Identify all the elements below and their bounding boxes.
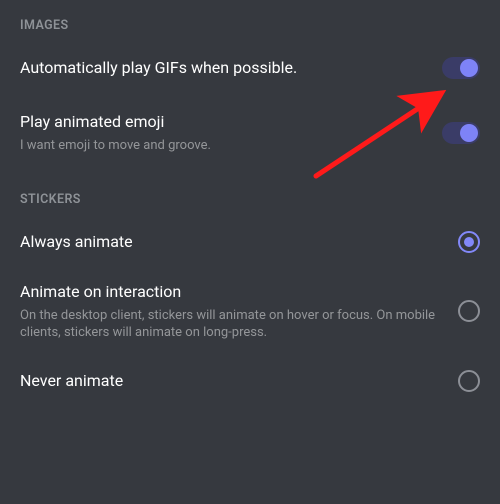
setting-row-autoplay-gifs[interactable]: Automatically play GIFs when possible.: [0, 43, 500, 93]
setting-subtitle: I want emoji to move and groove.: [20, 137, 426, 155]
toggle-knob: [460, 59, 478, 77]
radio-row-always-animate[interactable]: Always animate: [0, 217, 500, 267]
setting-title: Play animated emoji: [20, 111, 426, 133]
radio-row-never-animate[interactable]: Never animate: [0, 356, 500, 406]
toggle-knob: [460, 124, 478, 142]
radio-always-animate[interactable]: [458, 231, 480, 253]
row-text: Always animate: [20, 231, 442, 253]
setting-title: Automatically play GIFs when possible.: [20, 57, 426, 79]
settings-panel: IMAGES Automatically play GIFs when poss…: [0, 0, 500, 406]
row-text: Automatically play GIFs when possible.: [20, 57, 426, 79]
section-header-images: IMAGES: [0, 0, 500, 43]
radio-animate-on-interaction[interactable]: [458, 300, 480, 322]
radio-title: Always animate: [20, 231, 442, 253]
row-text: Never animate: [20, 370, 442, 392]
radio-row-animate-on-interaction[interactable]: Animate on interaction On the desktop cl…: [0, 267, 500, 356]
toggle-autoplay-gifs[interactable]: [442, 57, 480, 79]
radio-title: Never animate: [20, 370, 442, 392]
setting-row-animated-emoji[interactable]: Play animated emoji I want emoji to move…: [0, 93, 500, 168]
radio-subtitle: On the desktop client, stickers will ani…: [20, 307, 442, 342]
radio-title: Animate on interaction: [20, 281, 442, 303]
row-text: Animate on interaction On the desktop cl…: [20, 281, 442, 342]
toggle-animated-emoji[interactable]: [442, 122, 480, 144]
radio-never-animate[interactable]: [458, 370, 480, 392]
row-text: Play animated emoji I want emoji to move…: [20, 111, 426, 154]
section-header-stickers: STICKERS: [0, 168, 500, 217]
